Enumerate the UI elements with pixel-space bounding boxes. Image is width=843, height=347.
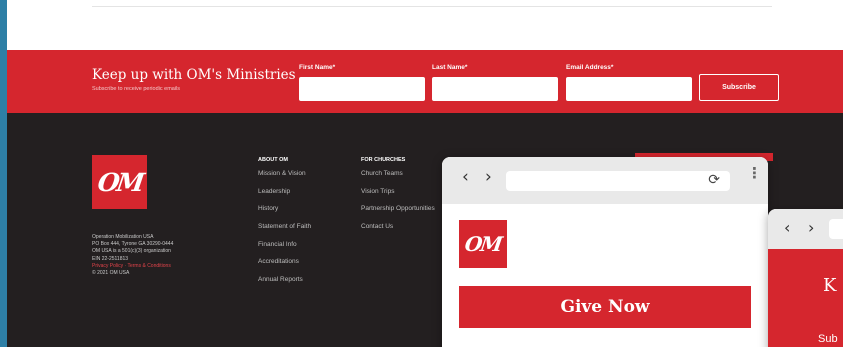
- more-menu-icon[interactable]: ⋮: [747, 166, 762, 181]
- org-line: EIN 22-2511813: [92, 255, 129, 262]
- footer-link-annual-reports[interactable]: Annual Reports: [258, 276, 311, 294]
- footer-link-statement-of-faith[interactable]: Statement of Faith: [258, 223, 311, 241]
- heading-fragment: K: [823, 275, 837, 296]
- om-logo[interactable]: OM: [459, 220, 507, 268]
- subtitle-fragment: Sub: [818, 333, 838, 345]
- om-logo-mark: OM: [463, 232, 503, 256]
- last-name-label: Last Name*: [432, 64, 468, 71]
- footer-link-church-teams[interactable]: Church Teams: [361, 170, 435, 188]
- divider: [92, 6, 772, 7]
- footer-link-history[interactable]: History: [258, 205, 311, 223]
- org-line: OM USA is a 501(c)(3) organization: [92, 248, 171, 255]
- about-heading: ABOUT OM: [258, 157, 288, 163]
- email-label: Email Address*: [566, 64, 614, 71]
- footer-link-financial-info[interactable]: Financial Info: [258, 241, 311, 259]
- back-arrow-icon[interactable]: ‹: [462, 167, 469, 187]
- policy-links[interactable]: Privacy Policy · Terms & Conditions: [92, 263, 173, 270]
- back-arrow-icon[interactable]: ‹: [784, 218, 790, 237]
- popup-red-section: K Sub: [768, 249, 843, 347]
- about-column: ABOUT OM Mission & Vision Leadership His…: [258, 157, 311, 294]
- newsletter-banner: Keep up with OM's Ministries Subscribe t…: [7, 50, 843, 113]
- footer-link-accreditations[interactable]: Accreditations: [258, 258, 311, 276]
- org-line: PO Box 444, Tyrone GA 30290-0444: [92, 241, 174, 248]
- last-name-field[interactable]: [432, 77, 558, 101]
- footer-link-leadership[interactable]: Leadership: [258, 188, 311, 206]
- org-line: Operation Mobilization USA: [92, 234, 154, 240]
- footer-link-mission-vision[interactable]: Mission & Vision: [258, 170, 311, 188]
- footer-link-contact-us[interactable]: Contact Us: [361, 223, 435, 241]
- churches-heading: FOR CHURCHES: [361, 157, 406, 163]
- first-name-field[interactable]: [299, 77, 425, 101]
- first-name-label: First Name*: [299, 64, 336, 71]
- churches-column: FOR CHURCHES Church Teams Vision Trips P…: [361, 157, 435, 241]
- browser-popup-window: ‹ › ⟳ ⋮ OM Give Now: [442, 157, 768, 347]
- om-logo-mark: OM: [95, 167, 144, 197]
- content-area: [7, 0, 843, 50]
- om-logo[interactable]: OM: [92, 155, 147, 209]
- footer-link-vision-trips[interactable]: Vision Trips: [361, 188, 435, 206]
- address-bar[interactable]: [829, 219, 843, 239]
- browser-toolbar: ‹ › ⟳ ⋮: [442, 157, 768, 204]
- address-bar[interactable]: ⟳: [506, 171, 730, 191]
- subscribe-button[interactable]: Subscribe: [699, 74, 779, 101]
- reload-icon[interactable]: ⟳: [708, 172, 720, 188]
- forward-arrow-icon[interactable]: ›: [808, 218, 814, 237]
- email-field[interactable]: [566, 77, 692, 101]
- footer-link-partnership-opportunities[interactable]: Partnership Opportunities: [361, 205, 435, 223]
- newsletter-subtitle: Subscribe to receive periodic emails: [92, 86, 181, 92]
- forward-arrow-icon[interactable]: ›: [485, 167, 492, 187]
- give-now-button[interactable]: Give Now: [459, 286, 751, 328]
- browser-popup-window-secondary: ‹ › K Sub: [768, 209, 843, 347]
- newsletter-title: Keep up with OM's Ministries: [92, 67, 296, 83]
- org-info: Operation Mobilization USA PO Box 444, T…: [92, 234, 173, 277]
- browser-toolbar: ‹ ›: [768, 209, 843, 249]
- copyright: © 2021 OM USA: [92, 270, 130, 277]
